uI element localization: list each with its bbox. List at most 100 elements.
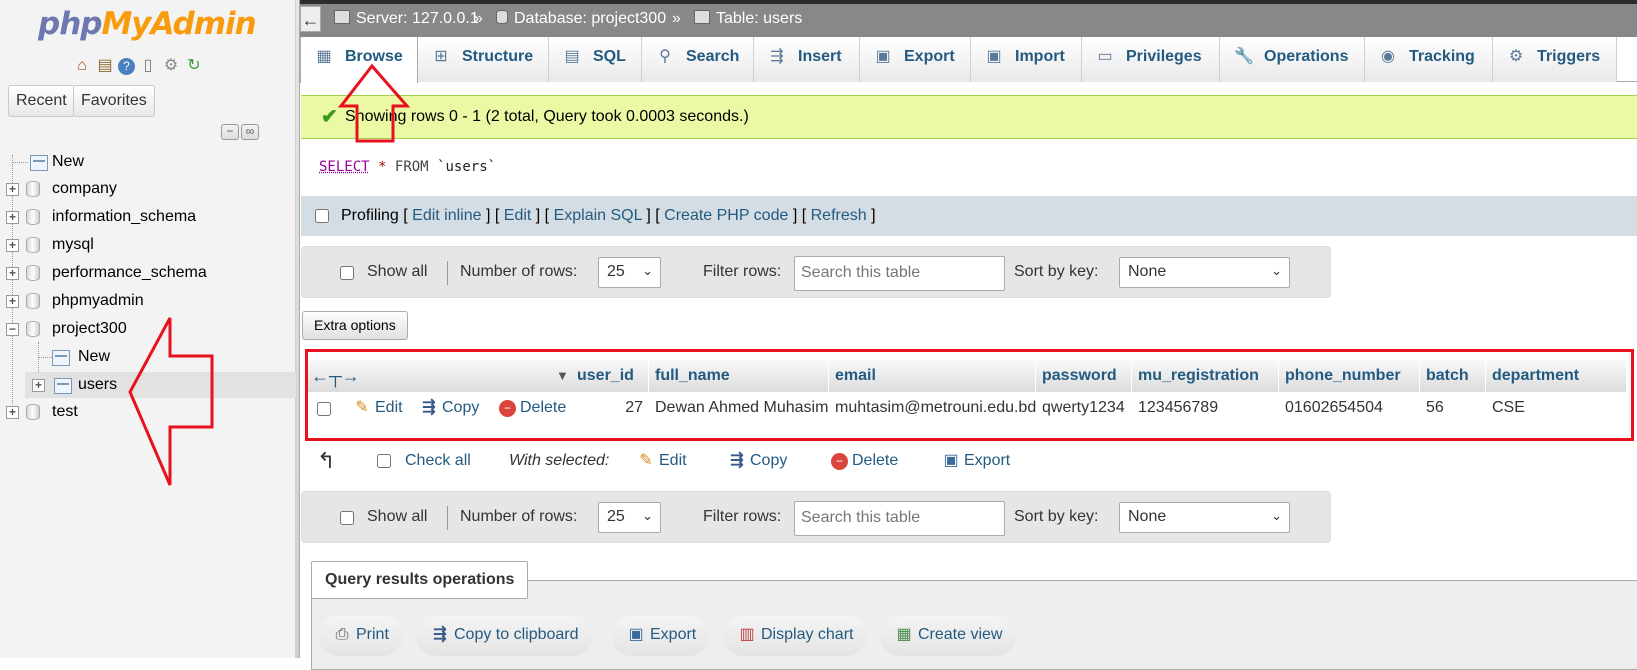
toggle-navigation-arrow-icon[interactable]: ←: [300, 6, 321, 32]
cell-full-name[interactable]: Dewan Ahmed Muhasim: [649, 392, 828, 426]
link-with-main-icon[interactable]: ∞: [241, 124, 259, 140]
tab-search[interactable]: ⚲ Search: [642, 37, 754, 82]
tab-browse[interactable]: ▦ Browse: [300, 37, 418, 83]
edit-inline-link[interactable]: Edit inline: [412, 207, 481, 224]
column-header[interactable]: mu_registration: [1132, 360, 1279, 392]
settings-icon[interactable]: ⚙: [161, 56, 181, 76]
help-icon[interactable]: ?: [118, 58, 135, 75]
edit-link[interactable]: Edit: [504, 207, 532, 224]
tab-tracking[interactable]: ◉ Tracking: [1365, 37, 1493, 82]
sql-keyword-select[interactable]: SELECT: [319, 159, 370, 175]
tree-controls: − ∞: [221, 124, 259, 140]
export-button[interactable]: ▣ Export: [612, 616, 711, 656]
tab-label: Structure: [462, 48, 534, 65]
show-all-label: Show all: [367, 263, 428, 280]
tab-structure[interactable]: ⊞ Structure: [418, 37, 549, 82]
tree-item-label: project300: [52, 320, 127, 337]
cell-department[interactable]: CSE: [1486, 392, 1525, 426]
recent-button[interactable]: Recent: [8, 85, 75, 117]
cell-password[interactable]: qwerty1234: [1036, 392, 1125, 426]
tab-triggers[interactable]: ⚙ Triggers: [1493, 37, 1617, 82]
column-header[interactable]: full_name: [649, 360, 829, 392]
browse-icon: ▦: [316, 48, 332, 65]
expand-icon[interactable]: +: [6, 239, 19, 252]
rows-select[interactable]: 25 ⌄: [598, 502, 661, 533]
extra-options-button[interactable]: Extra options: [302, 311, 408, 340]
sort-caret-icon[interactable]: ▼: [556, 360, 569, 392]
create-view-button[interactable]: ▦ Create view: [880, 616, 1017, 656]
row-checkbox[interactable]: [317, 402, 331, 416]
export-label: Export: [650, 626, 697, 643]
breadcrumb-database[interactable]: Database: project300: [496, 10, 666, 28]
cell-email[interactable]: muhtasim@metrouni.edu.bd: [829, 392, 1036, 426]
cell-batch[interactable]: 56: [1420, 392, 1444, 426]
check-all-checkbox[interactable]: [377, 454, 391, 468]
checkmark-icon: ✔: [321, 106, 338, 128]
filter-rows-input[interactable]: Search this table: [794, 501, 1005, 536]
rows-select[interactable]: 25 ⌄: [598, 257, 661, 288]
expand-icon[interactable]: +: [6, 295, 19, 308]
database-icon[interactable]: ▤: [95, 56, 115, 76]
bulk-export-button[interactable]: ▣ Export: [942, 446, 1010, 476]
reload-icon[interactable]: ↻: [184, 56, 204, 76]
tab-label: SQL: [593, 48, 626, 65]
bulk-edit-button[interactable]: ✎ Edit: [637, 446, 686, 476]
sql-icon: ▤: [564, 48, 580, 65]
insert-icon: ⇶: [770, 48, 784, 65]
new-database-icon: [30, 155, 48, 171]
create-php-code-link[interactable]: Create PHP code: [664, 207, 788, 224]
collapse-all-icon[interactable]: −: [221, 124, 239, 140]
check-all-link[interactable]: Check all: [405, 446, 471, 476]
profiling-checkbox[interactable]: [315, 209, 329, 223]
bulk-copy-button[interactable]: ⇶ Copy: [728, 446, 787, 476]
explain-sql-link[interactable]: Explain SQL: [554, 207, 642, 224]
breadcrumb-database-label: Database: project300: [514, 10, 667, 27]
column-header[interactable]: user_id: [571, 360, 649, 392]
sort-select[interactable]: None ⌄: [1119, 257, 1290, 288]
print-button[interactable]: ⎙ Print: [318, 616, 403, 656]
expand-icon[interactable]: +: [6, 183, 19, 196]
breadcrumb-table[interactable]: Table: users: [694, 10, 802, 28]
show-all-checkbox[interactable]: [340, 266, 354, 280]
import-icon: ▣: [986, 48, 1002, 65]
expand-icon[interactable]: +: [6, 267, 19, 280]
cell-phone-number[interactable]: 01602654504: [1279, 392, 1383, 426]
expand-icon[interactable]: +: [6, 406, 19, 419]
bulk-delete-button[interactable]: − Delete: [831, 446, 898, 476]
cell-mu-registration[interactable]: 123456789: [1132, 392, 1218, 426]
copy-to-clipboard-button[interactable]: ⇶ Copy to clipboard: [416, 616, 593, 656]
cell-user-id[interactable]: 27: [571, 392, 649, 426]
panel-resizer[interactable]: [296, 0, 300, 658]
phpmyadmin-logo[interactable]: phpMyAdmin: [38, 6, 257, 42]
expand-icon[interactable]: +: [32, 379, 45, 392]
tab-privileges[interactable]: ▭ Privileges: [1082, 37, 1220, 82]
logo-text-myadmin: MyAdmin: [101, 6, 256, 42]
row-delete-link[interactable]: − Delete: [499, 392, 566, 424]
column-resize-arrows-icon[interactable]: ←┬→: [311, 360, 360, 392]
home-icon[interactable]: ⌂: [72, 56, 92, 76]
sort-select[interactable]: None ⌄: [1119, 502, 1290, 533]
tab-import[interactable]: ▣ Import: [971, 37, 1082, 82]
display-chart-button[interactable]: ▥ Display chart: [723, 616, 868, 656]
column-header[interactable]: batch: [1420, 360, 1486, 392]
docs-icon[interactable]: ▯: [138, 56, 158, 76]
column-header[interactable]: phone_number: [1279, 360, 1420, 392]
filter-rows-input[interactable]: Search this table: [794, 256, 1005, 291]
tab-operations[interactable]: 🔧 Operations: [1220, 37, 1365, 82]
row-edit-link[interactable]: ✎ Edit: [353, 392, 402, 424]
tab-insert[interactable]: ⇶ Insert: [754, 37, 860, 82]
column-header[interactable]: password: [1036, 360, 1132, 392]
breadcrumb-server[interactable]: Server: 127.0.0.1: [334, 10, 479, 28]
column-header[interactable]: department: [1486, 360, 1627, 392]
tab-sql[interactable]: ▤ SQL: [549, 37, 642, 82]
refresh-link[interactable]: Refresh: [811, 207, 867, 224]
divider: [447, 506, 448, 530]
favorites-button[interactable]: Favorites: [73, 85, 155, 117]
tab-export[interactable]: ▣ Export: [860, 37, 971, 82]
tab-label: Import: [1015, 48, 1065, 65]
expand-icon[interactable]: +: [6, 211, 19, 224]
show-all-checkbox[interactable]: [340, 511, 354, 525]
column-header[interactable]: email: [829, 360, 1036, 392]
collapse-icon[interactable]: −: [6, 323, 19, 336]
row-copy-link[interactable]: ⇶ Copy: [420, 392, 479, 424]
